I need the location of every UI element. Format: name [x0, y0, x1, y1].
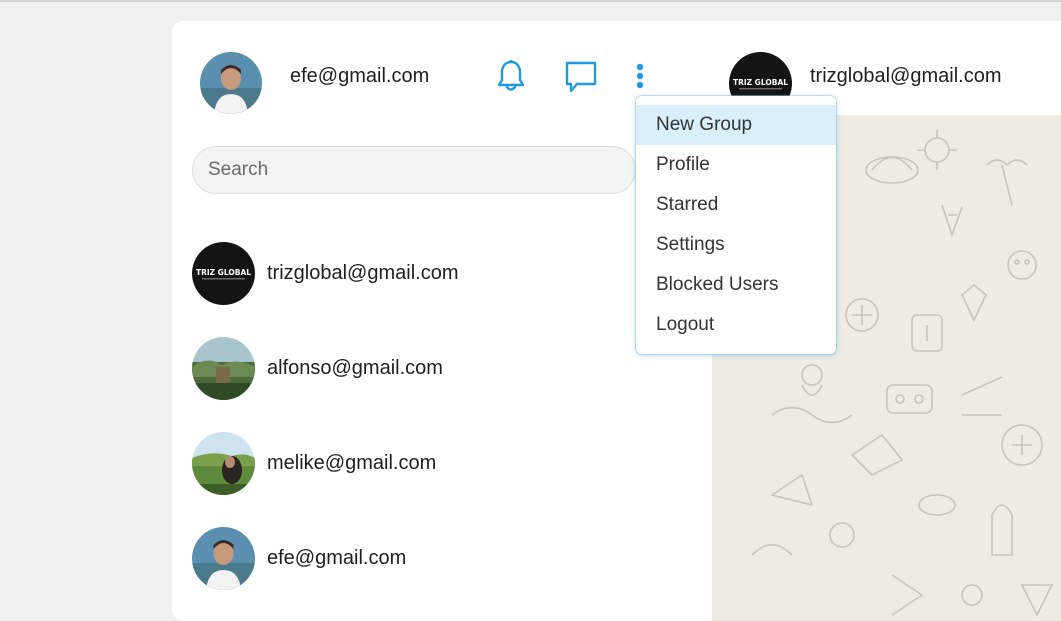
- contact-logo-text: TRIZ GLOBAL: [196, 268, 251, 277]
- chat-logo-text: TRIZ GLOBAL: [733, 78, 788, 87]
- contact-item[interactable]: melike@gmail.com: [172, 432, 712, 522]
- contact-name: trizglobal@gmail.com: [267, 262, 459, 284]
- options-menu: New Group Profile Starred Settings Block…: [636, 96, 836, 354]
- contact-name: melike@gmail.com: [267, 452, 437, 474]
- contact-item[interactable]: efe@gmail.com: [172, 527, 712, 617]
- sidebar: efe@gmail.com Search TRIZ GLOBAL trizglo…: [172, 21, 712, 621]
- menu-item-settings[interactable]: Settings: [636, 225, 836, 265]
- user-avatar[interactable]: [200, 52, 262, 114]
- chat-app-card: efe@gmail.com Search TRIZ GLOBAL trizglo…: [172, 21, 1061, 621]
- contact-avatar: [192, 527, 255, 590]
- menu-item-profile[interactable]: Profile: [636, 145, 836, 185]
- chat-contact-email: trizglobal@gmail.com: [810, 65, 1002, 87]
- contact-item[interactable]: alfonso@gmail.com: [172, 337, 712, 427]
- window-top-border: [0, 0, 1061, 2]
- contact-item[interactable]: TRIZ GLOBAL trizglobal@gmail.com: [172, 242, 712, 332]
- user-email: efe@gmail.com: [290, 65, 430, 87]
- contact-name: alfonso@gmail.com: [267, 357, 443, 379]
- menu-item-blocked-users[interactable]: Blocked Users: [636, 265, 836, 305]
- menu-item-new-group[interactable]: New Group: [636, 105, 836, 145]
- bell-icon[interactable]: [496, 59, 526, 93]
- contact-avatar: [192, 432, 255, 495]
- new-chat-icon[interactable]: [564, 60, 598, 94]
- search-input[interactable]: [192, 146, 636, 194]
- contact-name: efe@gmail.com: [267, 547, 407, 569]
- menu-item-starred[interactable]: Starred: [636, 185, 836, 225]
- contact-avatar: TRIZ GLOBAL: [192, 242, 255, 305]
- menu-item-logout[interactable]: Logout: [636, 305, 836, 345]
- more-options-icon[interactable]: [634, 62, 646, 92]
- contact-avatar: [192, 337, 255, 400]
